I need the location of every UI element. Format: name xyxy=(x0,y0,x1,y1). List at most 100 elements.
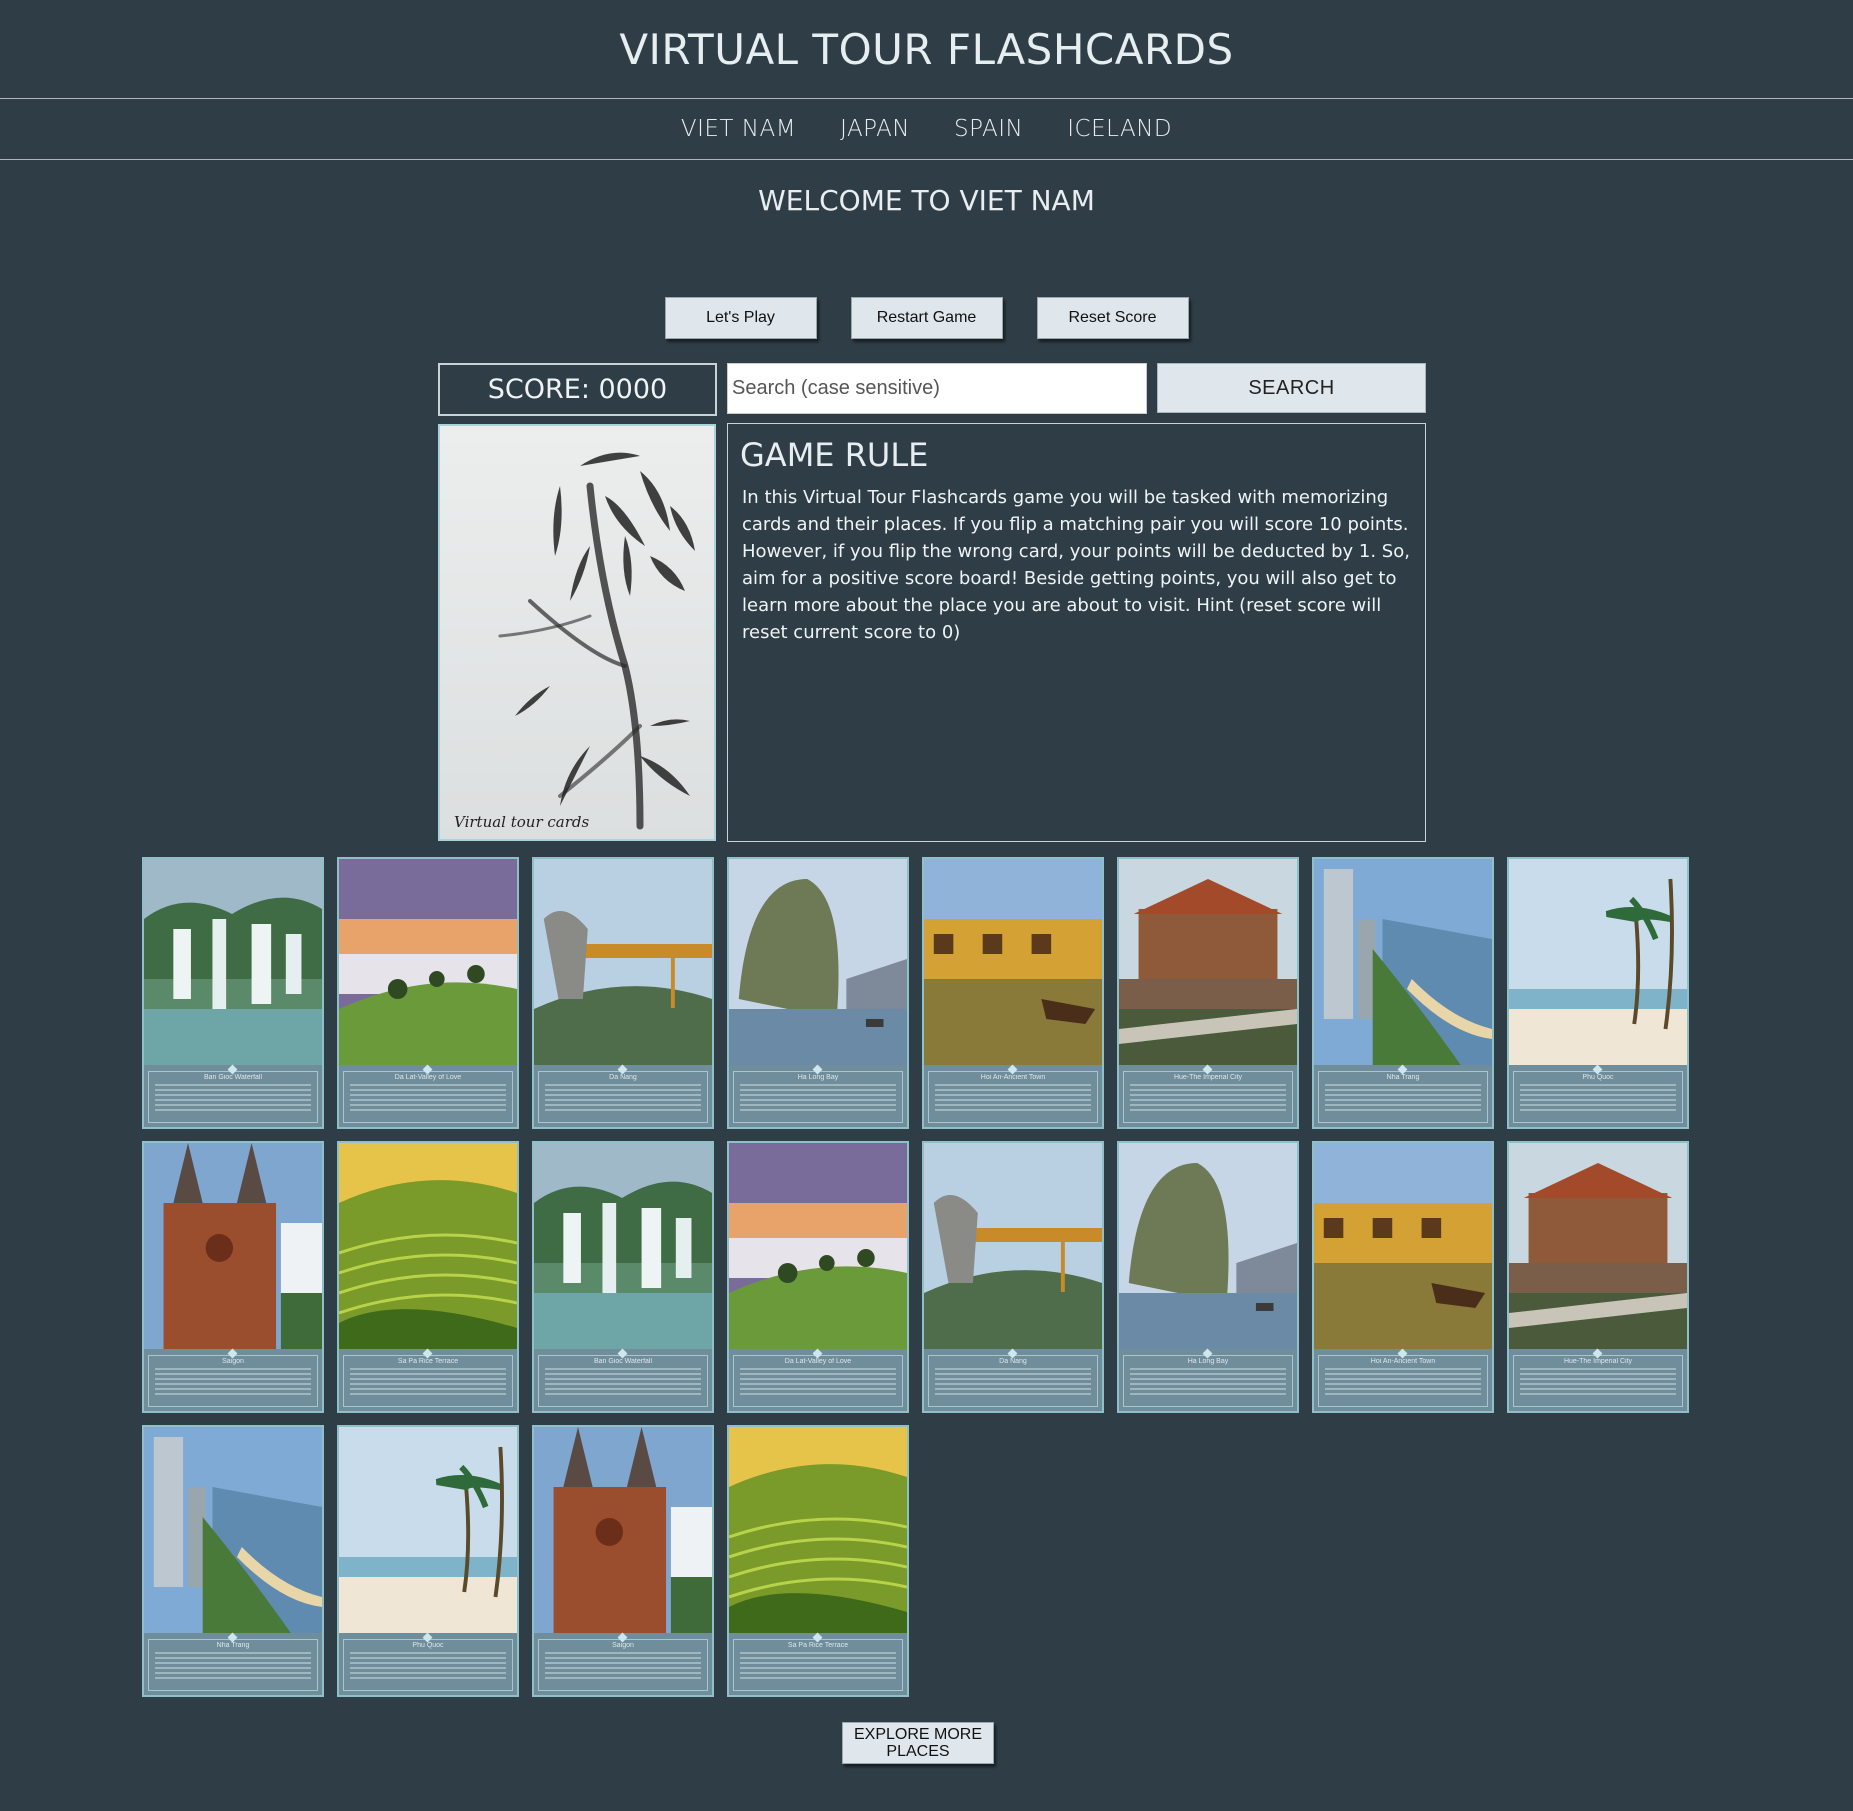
flashcard-description-line xyxy=(155,1368,311,1370)
country-nav: VIET NAM JAPAN SPAIN ICELAND xyxy=(0,99,1853,160)
flashcard-caption: Ha Long Bay xyxy=(1123,1348,1293,1407)
flashcard-description-line xyxy=(545,1662,701,1664)
flashcard-title: Nha Trang xyxy=(216,1642,250,1649)
search-button[interactable]: SEARCH xyxy=(1157,363,1426,413)
flashcard-description-line xyxy=(155,1099,311,1101)
nav-item-iceland[interactable]: ICELAND xyxy=(1067,116,1172,142)
diamond-icon xyxy=(812,1632,823,1643)
lets-play-button[interactable]: Let's Play xyxy=(664,297,817,339)
flashcard[interactable]: Sa Pa Rice Terrace xyxy=(727,1425,909,1697)
flashcard-description-line xyxy=(545,1383,701,1385)
flashcard-photo xyxy=(729,1143,907,1349)
flashcard-title: Da Lat-Valley of Love xyxy=(784,1358,852,1365)
reset-score-button[interactable]: Reset Score xyxy=(1036,297,1189,339)
diamond-icon xyxy=(422,1348,433,1359)
diamond-icon xyxy=(1592,1064,1603,1075)
nav-item-spain[interactable]: SPAIN xyxy=(954,116,1023,142)
flashcard[interactable]: Da Lat-Valley of Love xyxy=(727,1141,909,1413)
flashcard-description-line xyxy=(740,1662,896,1664)
flashcard-description-line xyxy=(1130,1089,1286,1091)
flashcard-description-line xyxy=(740,1084,896,1086)
flashcard[interactable]: Da Nang xyxy=(922,1141,1104,1413)
flashcard-description-line xyxy=(1325,1104,1481,1106)
flashcard-description-line xyxy=(545,1667,701,1669)
flashcard-photo xyxy=(1119,859,1297,1065)
flashcard-description-line xyxy=(545,1368,701,1370)
flashcard-caption: Da Nang xyxy=(538,1064,708,1123)
flashcard-description-line xyxy=(1520,1373,1676,1375)
flashcard-description-line xyxy=(1520,1089,1676,1091)
flashcard-photo xyxy=(534,1143,712,1349)
flashcard[interactable]: Da Nang xyxy=(532,857,714,1129)
flashcard[interactable]: Saigon xyxy=(142,1141,324,1413)
flashcard-description-line xyxy=(350,1657,506,1659)
flashcard-description-line xyxy=(545,1378,701,1380)
flashcard-title: Da Nang xyxy=(609,1074,637,1081)
flashcard-description-line xyxy=(1325,1378,1481,1380)
flashcard-caption: Phu Quoc xyxy=(1513,1064,1683,1123)
flashcard-caption: Ha Long Bay xyxy=(733,1064,903,1123)
nav-item-vietnam[interactable]: VIET NAM xyxy=(681,116,796,142)
flashcard-description-line xyxy=(740,1667,896,1669)
diamond-icon xyxy=(422,1064,433,1075)
flashcard[interactable]: Saigon xyxy=(532,1425,714,1697)
score-display: SCORE: 0000 xyxy=(438,363,717,416)
flashcard[interactable]: Nha Trang xyxy=(142,1425,324,1697)
flashcard-description-line xyxy=(740,1094,896,1096)
flashcard-description-line xyxy=(350,1094,506,1096)
flashcard-description-line xyxy=(155,1094,311,1096)
flashcard[interactable]: Phu Quoc xyxy=(1507,857,1689,1129)
flashcard-description-line xyxy=(1520,1393,1676,1395)
flashcard-description-line xyxy=(1325,1368,1481,1370)
flashcard[interactable]: Sa Pa Rice Terrace xyxy=(337,1141,519,1413)
flashcard-photo xyxy=(144,859,322,1065)
flashcard[interactable]: Nha Trang xyxy=(1312,857,1494,1129)
flashcard-description-line xyxy=(1325,1089,1481,1091)
flashcard[interactable]: Ha Long Bay xyxy=(1117,1141,1299,1413)
diamond-icon xyxy=(422,1632,433,1643)
flashcard-title: Sa Pa Rice Terrace xyxy=(397,1358,459,1365)
flashcard-description-line xyxy=(545,1109,701,1111)
flashcard-photo xyxy=(1314,859,1492,1065)
flashcard[interactable]: Hue-The Imperial City xyxy=(1507,1141,1689,1413)
flashcard-description-line xyxy=(155,1652,311,1654)
flashcard-description-line xyxy=(935,1089,1091,1091)
flashcard-title: Ha Long Bay xyxy=(797,1074,839,1081)
flashcard[interactable]: Ha Long Bay xyxy=(727,857,909,1129)
flashcard-photo xyxy=(339,1427,517,1633)
flashcard-description-line xyxy=(155,1383,311,1385)
search-input[interactable] xyxy=(727,363,1147,414)
flashcard[interactable]: Hue-The Imperial City xyxy=(1117,857,1299,1129)
flashcard-description-line xyxy=(1520,1368,1676,1370)
restart-game-button[interactable]: Restart Game xyxy=(850,297,1003,339)
flashcard-description-line xyxy=(350,1388,506,1390)
flashcard[interactable]: Da Lat-Valley of Love xyxy=(337,857,519,1129)
flashcard-description-line xyxy=(740,1652,896,1654)
explore-more-places-button[interactable]: EXPLORE MORE PLACES xyxy=(842,1722,994,1764)
flashcard-description-line xyxy=(1520,1378,1676,1380)
diamond-icon xyxy=(1397,1348,1408,1359)
flashcard[interactable]: Ban Gioc Waterfall xyxy=(142,857,324,1129)
flashcard-description-line xyxy=(545,1652,701,1654)
flashcard-description-line xyxy=(350,1109,506,1111)
flashcard-title: Da Lat-Valley of Love xyxy=(394,1074,462,1081)
flashcard[interactable]: Hoi An-Ancient Town xyxy=(922,857,1104,1129)
nav-item-japan[interactable]: JAPAN xyxy=(840,116,910,142)
flashcard-description-line xyxy=(350,1368,506,1370)
flashcard-description-line xyxy=(935,1094,1091,1096)
diamond-icon xyxy=(1397,1064,1408,1075)
flashcard[interactable]: Phu Quoc xyxy=(337,1425,519,1697)
flashcard-description-line xyxy=(1130,1109,1286,1111)
flashcard-description-line xyxy=(350,1393,506,1395)
diamond-icon xyxy=(617,1348,628,1359)
flashcard-description-line xyxy=(740,1383,896,1385)
game-controls: Let's Play Restart Game Reset Score xyxy=(0,297,1853,339)
flashcard[interactable]: Ban Gioc Waterfall xyxy=(532,1141,714,1413)
flashcard-caption: Ban Gioc Waterfall xyxy=(538,1348,708,1407)
flashcard[interactable]: Hoi An-Ancient Town xyxy=(1312,1141,1494,1413)
diamond-icon xyxy=(1007,1348,1018,1359)
flashcard-title: Ha Long Bay xyxy=(1187,1358,1229,1365)
flashcard-description-line xyxy=(740,1677,896,1679)
flashcard-description-line xyxy=(1325,1388,1481,1390)
flashcard-caption: Da Lat-Valley of Love xyxy=(343,1064,513,1123)
